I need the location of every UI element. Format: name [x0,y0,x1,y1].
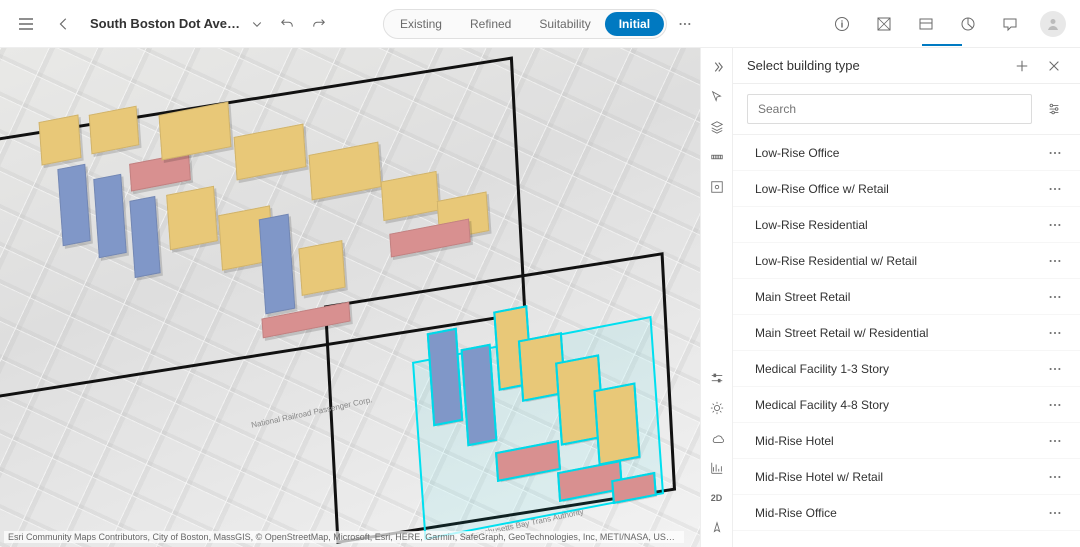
list-item[interactable]: Medical Facility 4-8 Story [733,387,1080,423]
list-item-label: Medical Facility 1-3 Story [755,362,1044,376]
segment-group: Existing Refined Suitability Initial [383,9,667,39]
compass-icon[interactable] [703,515,731,541]
panel-search-row [733,84,1080,135]
list-item-label: Low-Rise Office w/ Retail [755,182,1044,196]
scenario-switcher: Existing Refined Suitability Initial [383,9,697,39]
more-icon[interactable] [1044,358,1066,380]
comment-icon[interactable] [998,12,1022,36]
more-icon[interactable] [1044,250,1066,272]
more-icon[interactable] [1044,142,1066,164]
list-item-label: Medical Facility 4-8 Story [755,398,1044,412]
pie-chart-icon[interactable] [956,12,980,36]
list-item[interactable]: Low-Rise Residential w/ Retail [733,243,1080,279]
list-item-label: Mid-Rise Office [755,506,1044,520]
active-header-tab-indicator [922,44,962,46]
more-icon[interactable] [1044,178,1066,200]
building-model[interactable] [93,174,127,259]
bookmark-tool-icon[interactable] [703,174,731,200]
sliders-icon[interactable] [1042,97,1066,121]
segment-suitability[interactable]: Suitability [525,12,604,36]
building-model[interactable] [39,114,82,165]
map-attribution: Esri Community Maps Contributors, City o… [4,531,684,543]
menu-icon[interactable] [14,12,38,36]
close-icon[interactable] [1042,54,1066,78]
list-item-label: Low-Rise Residential w/ Retail [755,254,1044,268]
more-icon[interactable] [1044,466,1066,488]
list-item[interactable]: Low-Rise Office [733,135,1080,171]
layers-tool-icon[interactable] [703,114,731,140]
map-toolbar: 2D [700,48,732,547]
more-icon[interactable] [1044,286,1066,308]
more-icon[interactable] [1044,502,1066,524]
collapse-panel-icon[interactable] [703,54,731,80]
chevron-down-icon[interactable] [250,17,264,31]
header-right [830,11,1066,37]
weather-tool-icon[interactable] [703,425,731,451]
slider-tool-icon[interactable] [703,365,731,391]
search-input[interactable] [747,94,1032,124]
list-item[interactable]: Mid-Rise Hotel [733,423,1080,459]
select-tool-icon[interactable] [703,84,731,110]
info-icon[interactable] [830,12,854,36]
search-input-field[interactable] [758,102,1021,116]
project-title: South Boston Dot Ave Ge… [90,16,240,31]
undo-icon[interactable] [278,12,296,36]
building-model-selected[interactable] [596,385,639,464]
building-model[interactable] [298,240,345,296]
list-item[interactable]: Main Street Retail [733,279,1080,315]
more-icon[interactable] [1044,430,1066,452]
segment-existing[interactable]: Existing [386,12,456,36]
more-icon[interactable] [1044,394,1066,416]
segment-refined[interactable]: Refined [456,12,525,36]
map-viewport[interactable]: National Railroad Passenger Corp. Massac… [0,48,700,547]
list-item-label: Main Street Retail w/ Residential [755,326,1044,340]
app-body: National Railroad Passenger Corp. Massac… [0,48,1080,547]
segment-more-icon[interactable] [673,12,697,36]
list-item[interactable]: Medical Facility 1-3 Story [733,351,1080,387]
building-model[interactable] [166,186,218,251]
list-item-label: Low-Rise Residential [755,218,1044,232]
table-icon[interactable] [914,12,938,36]
list-item[interactable]: Main Street Retail w/ Residential [733,315,1080,351]
header-left: South Boston Dot Ave Ge… [14,12,328,36]
view-mode-toggle[interactable]: 2D [703,485,731,511]
list-item-label: Mid-Rise Hotel [755,434,1044,448]
segment-initial[interactable]: Initial [605,12,664,36]
list-item[interactable]: Low-Rise Office w/ Retail [733,171,1080,207]
plus-icon[interactable] [1010,54,1034,78]
more-icon[interactable] [1044,214,1066,236]
daylight-tool-icon[interactable] [703,395,731,421]
list-item-label: Mid-Rise Hotel w/ Retail [755,470,1044,484]
list-item[interactable]: Mid-Rise Office [733,495,1080,531]
chart-tool-icon[interactable] [703,455,731,481]
building-type-panel: Select building type Low-Rise OfficeLow-… [732,48,1080,547]
back-icon[interactable] [52,12,76,36]
app-header: South Boston Dot Ave Ge… Existing Refine… [0,0,1080,48]
panel-header: Select building type [733,48,1080,84]
panel-title: Select building type [747,58,1010,73]
measure-tool-icon[interactable] [703,144,731,170]
building-model[interactable] [129,196,160,278]
list-item-label: Low-Rise Office [755,146,1044,160]
layers-icon[interactable] [872,12,896,36]
building-model[interactable] [57,164,90,247]
list-item[interactable]: Mid-Rise Hotel w/ Retail [733,459,1080,495]
project-title-group[interactable]: South Boston Dot Ave Ge… [90,16,264,31]
building-type-list: Low-Rise Office Low-Rise Office w/ Retail… [733,135,1080,547]
redo-icon[interactable] [310,12,328,36]
user-avatar[interactable] [1040,11,1066,37]
list-item[interactable]: Low-Rise Residential [733,207,1080,243]
more-icon[interactable] [1044,322,1066,344]
list-item-label: Main Street Retail [755,290,1044,304]
